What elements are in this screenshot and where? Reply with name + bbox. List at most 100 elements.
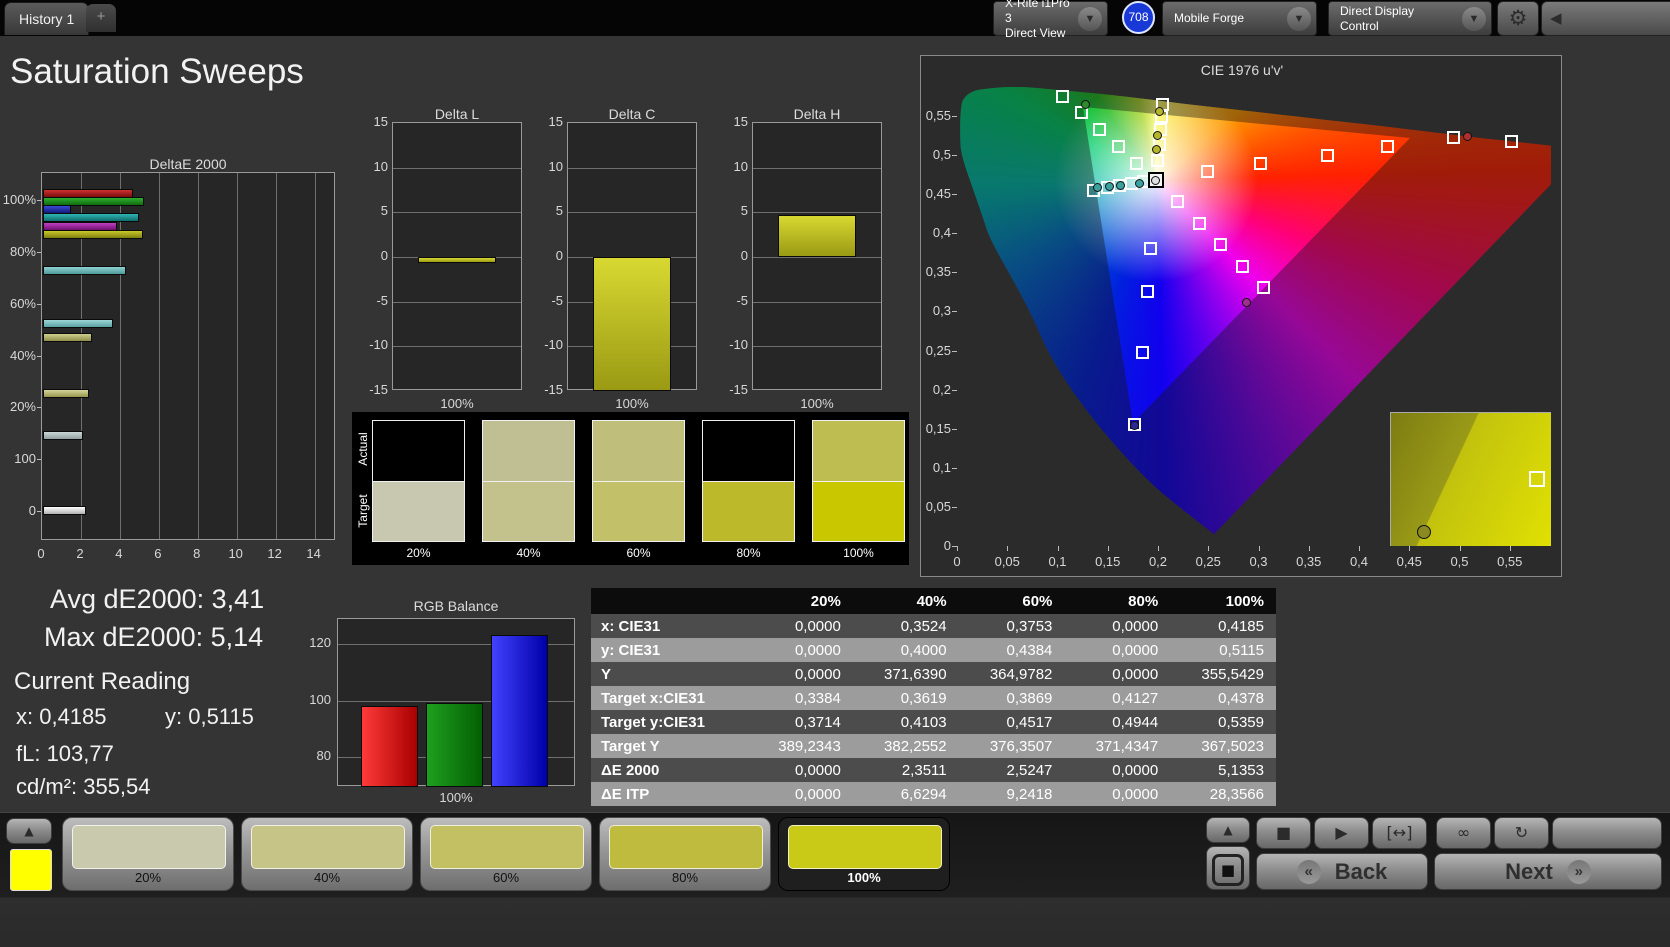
- table-cell: 0,4944: [1064, 710, 1170, 734]
- sweep-button-label: 80%: [600, 870, 770, 885]
- inset-target-square: [1529, 471, 1545, 487]
- delta_l-title: Delta L: [392, 106, 522, 122]
- table-cell: 389,2343: [747, 734, 853, 758]
- table-row: ΔE 20000,00002,35112,52470,00005,1353: [591, 758, 1276, 782]
- cie-x-tick: 0,4: [1341, 554, 1377, 569]
- y-tick-label: 5: [358, 203, 388, 218]
- gridline: [393, 302, 521, 303]
- back-button[interactable]: « Back: [1256, 853, 1428, 890]
- table-cell: 0,0000: [747, 614, 853, 638]
- cie-y-tick: 0,2: [921, 382, 951, 397]
- top-bar: History 1 + X-Rite i1Pro 3Direct View ▼ …: [0, 0, 1670, 36]
- tab-history-1[interactable]: History 1: [4, 2, 89, 35]
- scroll-up-button-right[interactable]: ▲: [1206, 817, 1250, 843]
- settings-button[interactable]: ⚙: [1497, 1, 1539, 36]
- gridline: [753, 212, 881, 213]
- cie-target-point: [1381, 140, 1394, 153]
- table-cell: 0,4127: [1064, 686, 1170, 710]
- next-chevron-icon: »: [1567, 860, 1591, 884]
- sweep-button-100%[interactable]: 100%: [778, 817, 950, 891]
- chevron-down-icon: ▼: [1287, 7, 1311, 31]
- table-cell: 0,0000: [1064, 782, 1170, 806]
- table-row: Y0,0000371,6390364,97820,0000355,5429: [591, 662, 1276, 686]
- table-row-label: y: CIE31: [591, 638, 747, 662]
- scroll-up-button[interactable]: ▲: [6, 818, 52, 844]
- rgb-x-label: 100%: [337, 790, 575, 805]
- cie-target-point: [1257, 281, 1270, 294]
- delta_h-bar: [778, 215, 856, 257]
- table-cell: 364,9782: [959, 662, 1065, 686]
- source-dropdown[interactable]: Mobile Forge ▼: [1162, 1, 1317, 36]
- gridline: [159, 173, 160, 539]
- up-arrow-icon: ▲: [1223, 823, 1232, 837]
- collapse-arrow-icon: ◀: [1550, 9, 1562, 27]
- y-tick-label: 0: [0, 503, 36, 518]
- tick: [1108, 546, 1109, 551]
- sweep-swatch-20%: [72, 825, 226, 869]
- tick: [1058, 546, 1059, 551]
- patch-target-40%: [482, 481, 575, 542]
- y-tick-label: -15: [358, 382, 388, 397]
- table-cell: 0,0000: [1064, 758, 1170, 782]
- table-cell: 0,3714: [747, 710, 853, 734]
- gridline: [276, 173, 277, 539]
- blank-button[interactable]: [1552, 817, 1662, 849]
- stop-pattern-button[interactable]: ■: [1206, 846, 1250, 890]
- table-cell: 0,4378: [1170, 686, 1276, 710]
- patch-target-100%: [812, 481, 905, 542]
- sweep-button-20%[interactable]: 20%: [62, 817, 234, 891]
- patch-comparison-panel: 20%40%60%80%100%ActualTarget: [352, 412, 909, 565]
- y-tick-label: -10: [718, 337, 748, 352]
- cie-measured-point: [1105, 182, 1114, 191]
- meter-dropdown[interactable]: X-Rite i1Pro 3Direct View ▼: [993, 1, 1108, 36]
- table-col-header: 40%: [853, 588, 959, 614]
- table-cell: 0,3753: [959, 614, 1065, 638]
- cie-target-point: [1093, 123, 1106, 136]
- cie-measured-point: [1242, 298, 1251, 307]
- delta_l-bar: [418, 257, 496, 263]
- actual-row-label: Actual: [356, 424, 370, 474]
- add-tab-button[interactable]: +: [86, 4, 116, 32]
- tick: [952, 468, 957, 469]
- y-tick-label: -5: [358, 293, 388, 308]
- gridline: [120, 173, 121, 539]
- tick: [37, 356, 41, 357]
- cie-x-tick: 0: [939, 554, 975, 569]
- sweep-button-80%[interactable]: 80%: [599, 817, 771, 891]
- loop-button[interactable]: ∞: [1436, 817, 1491, 849]
- y-tick-label: -5: [533, 293, 563, 308]
- patch-level-label: 100%: [812, 546, 905, 560]
- delta_c-bar: [593, 257, 671, 391]
- bar-cyan 80%: [43, 266, 126, 275]
- max-de2000: Max dE2000: 5,14: [44, 622, 263, 653]
- table-cell: 0,0000: [747, 638, 853, 662]
- table-row-label: Target y:CIE31: [591, 710, 747, 734]
- cie-diagram-panel: CIE 1976 u'v' 00,050,10,150,20,250,30,35…: [920, 55, 1562, 577]
- gridline: [568, 212, 696, 213]
- control-dropdown[interactable]: Direct Display Control ▼: [1328, 1, 1492, 36]
- table-cell: 28,3566: [1170, 782, 1276, 806]
- deltae-chart-title: DeltaE 2000: [41, 156, 335, 172]
- refresh-button[interactable]: ↻: [1494, 817, 1549, 849]
- reading-y: y: 0,5115: [165, 704, 254, 730]
- collapse-panel-button[interactable]: ◀: [1541, 1, 1670, 36]
- table-cell: 9,2418: [959, 782, 1065, 806]
- y-tick-label: 10: [718, 159, 748, 174]
- cie-target-point: [1193, 217, 1206, 230]
- step-button[interactable]: [↔]: [1372, 817, 1427, 849]
- table-row-label: x: CIE31: [591, 614, 747, 638]
- delta_l-chart: [392, 122, 522, 390]
- cie-x-tick: 0,35: [1291, 554, 1327, 569]
- reading-cdm2: cd/m²: 355,54: [16, 774, 151, 800]
- sweep-button-60%[interactable]: 60%: [420, 817, 592, 891]
- bar-yellow 40%: [43, 389, 89, 398]
- y-tick-label: -10: [358, 337, 388, 352]
- cie-target-point: [1201, 165, 1214, 178]
- next-button[interactable]: Next »: [1434, 853, 1662, 890]
- sweep-button-40%[interactable]: 40%: [241, 817, 413, 891]
- x-axis-label: 100%: [567, 396, 697, 411]
- play-button[interactable]: ▶: [1314, 817, 1369, 849]
- y-tick-label: -15: [533, 382, 563, 397]
- cie-y-tick: 0,1: [921, 460, 951, 475]
- stop-button[interactable]: ■: [1256, 817, 1311, 849]
